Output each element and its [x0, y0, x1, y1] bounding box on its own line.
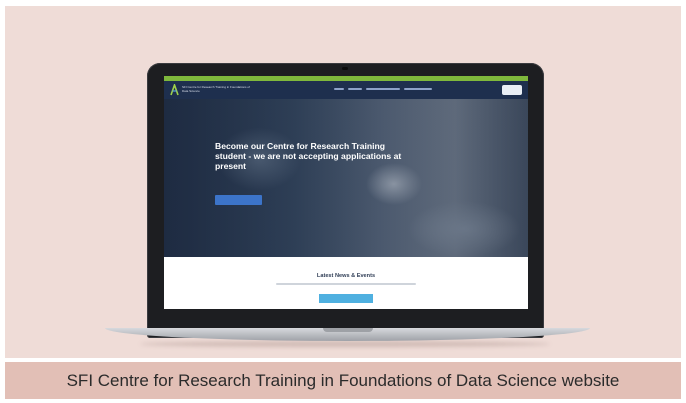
- hero-banner: Become our Centre for Research Training …: [164, 99, 528, 257]
- nav-link[interactable]: [348, 88, 362, 90]
- hero-title: Become our Centre for Research Training …: [215, 141, 402, 171]
- news-title: Latest News & Events: [316, 273, 376, 279]
- hero-cta-button[interactable]: [215, 195, 262, 205]
- news-more-button[interactable]: [319, 294, 373, 303]
- laptop-notch: [323, 328, 373, 332]
- laptop-lid: SFI Centre for Research Training in Foun…: [147, 63, 544, 338]
- hero-overlay: [164, 99, 528, 257]
- site-logo-text[interactable]: SFI Centre for Research Training in Foun…: [182, 85, 254, 93]
- site-header: SFI Centre for Research Training in Foun…: [164, 81, 528, 99]
- site-nav: [334, 88, 432, 90]
- webcam-icon: [342, 67, 348, 70]
- laptop-shadow: [140, 341, 550, 347]
- partner-logo-icon: [502, 85, 522, 95]
- logo-icon: [170, 84, 179, 96]
- laptop-screen: SFI Centre for Research Training in Foun…: [164, 76, 528, 309]
- news-section: Latest News & Events: [164, 257, 528, 309]
- news-subtitle: [276, 283, 416, 285]
- nav-link[interactable]: [334, 88, 344, 90]
- caption-text: SFI Centre for Research Training in Foun…: [66, 370, 620, 390]
- caption-bar: SFI Centre for Research Training in Foun…: [5, 362, 681, 399]
- nav-link[interactable]: [404, 88, 432, 90]
- nav-link[interactable]: [366, 88, 400, 90]
